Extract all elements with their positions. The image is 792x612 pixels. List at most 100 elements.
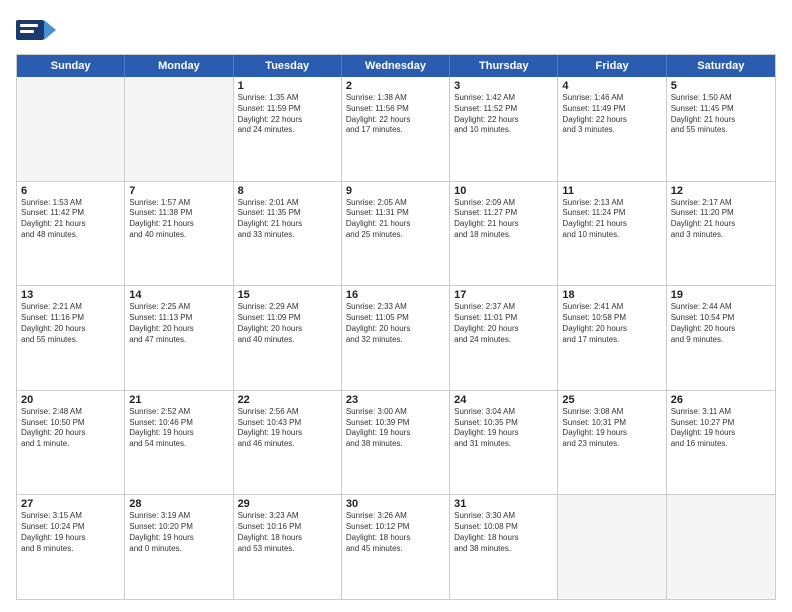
- day-info-line: Daylight: 18 hours: [238, 533, 337, 544]
- day-info-line: Sunset: 10:31 PM: [562, 418, 661, 429]
- day-info-line: Daylight: 20 hours: [129, 324, 228, 335]
- day-info-line: Sunset: 11:59 PM: [238, 104, 337, 115]
- day-number: 19: [671, 289, 771, 301]
- day-info-line: Daylight: 18 hours: [346, 533, 445, 544]
- calendar-body: 1Sunrise: 1:35 AMSunset: 11:59 PMDayligh…: [17, 77, 775, 599]
- weekday-header-friday: Friday: [558, 55, 666, 77]
- day-info-line: Daylight: 20 hours: [454, 324, 553, 335]
- day-info-line: and 9 minutes.: [671, 335, 771, 346]
- day-info-line: Sunrise: 2:25 AM: [129, 302, 228, 313]
- day-info-line: and 23 minutes.: [562, 439, 661, 450]
- day-cell-13: 13Sunrise: 2:21 AMSunset: 11:16 PMDaylig…: [17, 286, 125, 390]
- day-info-line: and 47 minutes.: [129, 335, 228, 346]
- day-cell-22: 22Sunrise: 2:56 AMSunset: 10:43 PMDaylig…: [234, 391, 342, 495]
- day-info-line: Sunrise: 2:21 AM: [21, 302, 120, 313]
- day-number: 30: [346, 498, 445, 510]
- day-info-line: Sunset: 11:09 PM: [238, 313, 337, 324]
- empty-cell: [667, 495, 775, 599]
- day-cell-14: 14Sunrise: 2:25 AMSunset: 11:13 PMDaylig…: [125, 286, 233, 390]
- day-info-line: Sunrise: 3:26 AM: [346, 511, 445, 522]
- day-info-line: Daylight: 21 hours: [238, 219, 337, 230]
- day-info-line: and 32 minutes.: [346, 335, 445, 346]
- day-cell-8: 8Sunrise: 2:01 AMSunset: 11:35 PMDayligh…: [234, 182, 342, 286]
- day-number: 9: [346, 185, 445, 197]
- day-info-line: and 54 minutes.: [129, 439, 228, 450]
- day-info-line: Sunset: 11:35 PM: [238, 208, 337, 219]
- day-info-line: Sunrise: 2:56 AM: [238, 407, 337, 418]
- weekday-header-wednesday: Wednesday: [342, 55, 450, 77]
- day-number: 16: [346, 289, 445, 301]
- day-number: 13: [21, 289, 120, 301]
- calendar: SundayMondayTuesdayWednesdayThursdayFrid…: [16, 54, 776, 600]
- day-info-line: Daylight: 20 hours: [562, 324, 661, 335]
- day-info-line: and 10 minutes.: [454, 125, 553, 136]
- week-row-3: 13Sunrise: 2:21 AMSunset: 11:16 PMDaylig…: [17, 286, 775, 391]
- day-info-line: Sunset: 11:20 PM: [671, 208, 771, 219]
- day-info-line: and 46 minutes.: [238, 439, 337, 450]
- day-cell-4: 4Sunrise: 1:46 AMSunset: 11:49 PMDayligh…: [558, 77, 666, 181]
- day-info-line: Daylight: 18 hours: [454, 533, 553, 544]
- day-number: 1: [238, 80, 337, 92]
- day-number: 7: [129, 185, 228, 197]
- day-info-line: Daylight: 21 hours: [562, 219, 661, 230]
- day-cell-18: 18Sunrise: 2:41 AMSunset: 10:58 PMDaylig…: [558, 286, 666, 390]
- day-info-line: Sunset: 10:08 PM: [454, 522, 553, 533]
- day-cell-6: 6Sunrise: 1:53 AMSunset: 11:42 PMDayligh…: [17, 182, 125, 286]
- day-info-line: Daylight: 19 hours: [21, 533, 120, 544]
- day-info-line: Daylight: 22 hours: [238, 115, 337, 126]
- day-info-line: and 0 minutes.: [129, 544, 228, 555]
- day-info-line: Daylight: 19 hours: [129, 428, 228, 439]
- day-number: 21: [129, 394, 228, 406]
- day-info-line: and 31 minutes.: [454, 439, 553, 450]
- day-info-line: Sunset: 11:52 PM: [454, 104, 553, 115]
- day-info-line: Sunset: 11:05 PM: [346, 313, 445, 324]
- day-cell-23: 23Sunrise: 3:00 AMSunset: 10:39 PMDaylig…: [342, 391, 450, 495]
- day-cell-21: 21Sunrise: 2:52 AMSunset: 10:46 PMDaylig…: [125, 391, 233, 495]
- day-cell-1: 1Sunrise: 1:35 AMSunset: 11:59 PMDayligh…: [234, 77, 342, 181]
- day-number: 8: [238, 185, 337, 197]
- week-row-5: 27Sunrise: 3:15 AMSunset: 10:24 PMDaylig…: [17, 495, 775, 599]
- day-cell-24: 24Sunrise: 3:04 AMSunset: 10:35 PMDaylig…: [450, 391, 558, 495]
- day-cell-16: 16Sunrise: 2:33 AMSunset: 11:05 PMDaylig…: [342, 286, 450, 390]
- day-info-line: Sunrise: 2:37 AM: [454, 302, 553, 313]
- day-info-line: Sunrise: 2:44 AM: [671, 302, 771, 313]
- day-info-line: Sunrise: 1:57 AM: [129, 198, 228, 209]
- day-info-line: Sunrise: 3:15 AM: [21, 511, 120, 522]
- day-info-line: and 55 minutes.: [671, 125, 771, 136]
- day-info-line: Sunset: 10:12 PM: [346, 522, 445, 533]
- day-info-line: and 3 minutes.: [562, 125, 661, 136]
- day-info-line: Sunset: 11:01 PM: [454, 313, 553, 324]
- day-info-line: Sunrise: 2:05 AM: [346, 198, 445, 209]
- weekday-header-sunday: Sunday: [17, 55, 125, 77]
- day-info-line: Daylight: 19 hours: [129, 533, 228, 544]
- day-cell-15: 15Sunrise: 2:29 AMSunset: 11:09 PMDaylig…: [234, 286, 342, 390]
- day-info-line: Sunset: 10:20 PM: [129, 522, 228, 533]
- day-cell-5: 5Sunrise: 1:50 AMSunset: 11:45 PMDayligh…: [667, 77, 775, 181]
- day-info-line: Daylight: 21 hours: [21, 219, 120, 230]
- day-info-line: and 33 minutes.: [238, 230, 337, 241]
- day-info-line: Daylight: 20 hours: [671, 324, 771, 335]
- day-cell-30: 30Sunrise: 3:26 AMSunset: 10:12 PMDaylig…: [342, 495, 450, 599]
- day-cell-11: 11Sunrise: 2:13 AMSunset: 11:24 PMDaylig…: [558, 182, 666, 286]
- day-number: 22: [238, 394, 337, 406]
- day-info-line: Sunrise: 2:09 AM: [454, 198, 553, 209]
- day-info-line: Sunset: 10:46 PM: [129, 418, 228, 429]
- day-cell-12: 12Sunrise: 2:17 AMSunset: 11:20 PMDaylig…: [667, 182, 775, 286]
- day-info-line: and 24 minutes.: [454, 335, 553, 346]
- day-info-line: Sunset: 10:24 PM: [21, 522, 120, 533]
- day-info-line: Sunset: 10:58 PM: [562, 313, 661, 324]
- day-cell-9: 9Sunrise: 2:05 AMSunset: 11:31 PMDayligh…: [342, 182, 450, 286]
- day-info-line: Sunset: 10:35 PM: [454, 418, 553, 429]
- day-cell-28: 28Sunrise: 3:19 AMSunset: 10:20 PMDaylig…: [125, 495, 233, 599]
- week-row-2: 6Sunrise: 1:53 AMSunset: 11:42 PMDayligh…: [17, 182, 775, 287]
- day-info-line: Sunrise: 2:41 AM: [562, 302, 661, 313]
- day-info-line: and 17 minutes.: [346, 125, 445, 136]
- day-cell-2: 2Sunrise: 1:38 AMSunset: 11:56 PMDayligh…: [342, 77, 450, 181]
- day-info-line: Sunrise: 1:42 AM: [454, 93, 553, 104]
- day-cell-10: 10Sunrise: 2:09 AMSunset: 11:27 PMDaylig…: [450, 182, 558, 286]
- day-number: 2: [346, 80, 445, 92]
- day-info-line: Sunrise: 3:11 AM: [671, 407, 771, 418]
- weekday-header-thursday: Thursday: [450, 55, 558, 77]
- day-info-line: and 38 minutes.: [346, 439, 445, 450]
- day-info-line: Daylight: 20 hours: [21, 428, 120, 439]
